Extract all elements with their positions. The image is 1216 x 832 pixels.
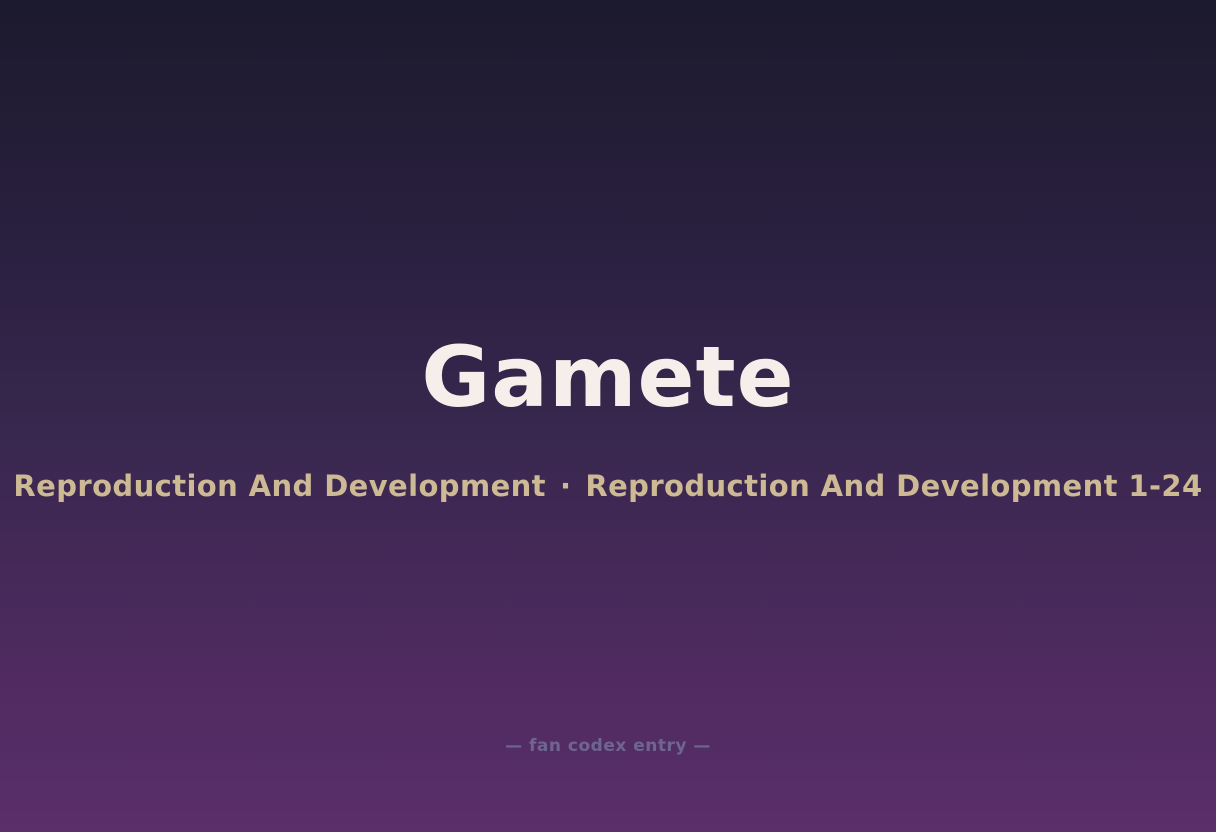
entry-category: Reproduction And Development — [13, 469, 546, 503]
entry-section: Reproduction And Development 1-24 — [585, 469, 1203, 503]
footer-caption: — fan codex entry — — [505, 736, 711, 756]
entry-title: Gamete — [421, 328, 795, 426]
subtitle-separator: · — [559, 469, 572, 503]
entry-subtitle: Reproduction And Development · Reproductio… — [0, 466, 1216, 506]
